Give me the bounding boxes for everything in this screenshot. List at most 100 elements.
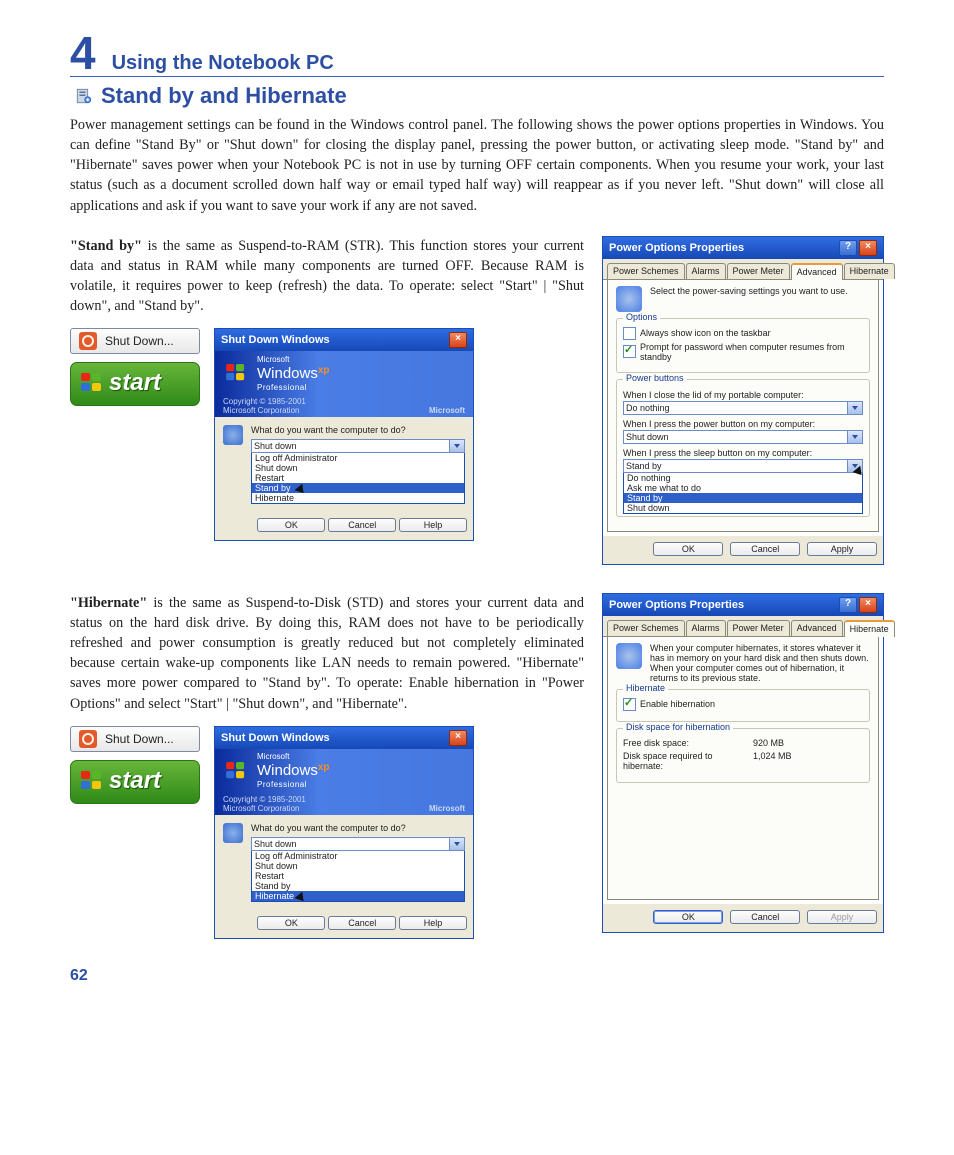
sd-action-select-1[interactable]: Shut down <box>251 439 465 453</box>
grp-diskspace: Disk space for hibernation Free disk spa… <box>616 728 870 783</box>
power-icon <box>79 730 97 748</box>
close-icon[interactable]: × <box>859 597 877 613</box>
tab-power-meter[interactable]: Power Meter <box>727 620 790 636</box>
chk-prompt-password[interactable]: Prompt for password when computer resume… <box>623 342 863 362</box>
option-ask-me-what-to-do[interactable]: Ask me what to do <box>624 483 862 493</box>
menu-shutdown-2[interactable]: Shut Down... <box>70 726 200 752</box>
hibernate-paragraph: "Hibernate" is the same as Suspend-to-Di… <box>70 593 584 714</box>
sleep-options-list[interactable]: Do nothingAsk me what to doStand byShut … <box>623 473 863 514</box>
checkbox-checked-icon <box>623 345 636 358</box>
po-apply-1[interactable]: Apply <box>807 542 877 556</box>
po-ok-1[interactable]: OK <box>653 542 723 556</box>
power-schemes-icon <box>616 286 642 312</box>
sd-cancel-2[interactable]: Cancel <box>328 916 396 930</box>
chevron-down-icon <box>449 440 464 452</box>
po-tab-body-hib: When your computer hibernates, it stores… <box>607 637 879 900</box>
menu-shutdown-label: Shut Down... <box>105 334 174 348</box>
tab-power-schemes[interactable]: Power Schemes <box>607 620 685 636</box>
po-cancel-1[interactable]: Cancel <box>730 542 800 556</box>
hibernate-icon <box>616 643 642 669</box>
po-tabstrip-1: Power SchemesAlarmsPower MeterAdvancedHi… <box>603 259 883 532</box>
windows-flag-icon <box>226 364 246 382</box>
help-icon[interactable]: ? <box>839 240 857 256</box>
shutdown-body-icon <box>223 823 243 843</box>
close-icon[interactable]: × <box>449 332 467 348</box>
option-stand-by[interactable]: Stand by <box>252 483 464 493</box>
po-tabstrip-2: Power SchemesAlarmsPower MeterAdvancedHi… <box>603 616 883 900</box>
shutdown-dialog-2: Shut Down Windows × Microsoft Windowsxp … <box>214 726 474 939</box>
chevron-down-icon <box>847 431 862 443</box>
po-adv-buttons: OK Cancel Apply <box>603 536 883 564</box>
sd-action-select-2[interactable]: Shut down <box>251 837 465 851</box>
tab-alarms[interactable]: Alarms <box>686 263 726 279</box>
sd-ok-1[interactable]: OK <box>257 518 325 532</box>
option-stand-by[interactable]: Stand by <box>252 881 464 891</box>
tab-power-schemes[interactable]: Power Schemes <box>607 263 685 279</box>
standby-text: is the same as Suspend-to-RAM (STR). Thi… <box>70 238 584 314</box>
chevron-down-icon <box>847 402 862 414</box>
chevron-down-icon <box>449 838 464 850</box>
po-cancel-2[interactable]: Cancel <box>730 910 800 924</box>
tab-power-meter[interactable]: Power Meter <box>727 263 790 279</box>
sd-help-2[interactable]: Help <box>399 916 467 930</box>
shutdown-titlebar-2: Shut Down Windows × <box>215 727 473 749</box>
grp-power-buttons: Power buttons When I close the lid of my… <box>616 379 870 517</box>
sd-body-1: What do you want the computer to do? Shu… <box>215 417 473 512</box>
option-log-off-administrator[interactable]: Log off Administrator <box>252 453 464 463</box>
hibernate-label: "Hibernate" <box>70 595 147 611</box>
sd-options-1[interactable]: Log off AdministratorShut downRestartSta… <box>251 453 465 504</box>
menu-shutdown-label: Shut Down... <box>105 732 174 746</box>
po-apply-2[interactable]: Apply <box>807 910 877 924</box>
option-hibernate[interactable]: Hibernate <box>252 891 464 901</box>
start-button-2[interactable]: start <box>70 760 200 804</box>
start-button-1[interactable]: start <box>70 362 200 406</box>
option-do-nothing[interactable]: Do nothing <box>624 473 862 483</box>
sd-ok-2[interactable]: OK <box>257 916 325 930</box>
power-options-hibernate: Power Options Properties ? × Power Schem… <box>602 593 884 933</box>
chapter-title: Using the Notebook PC <box>112 52 334 75</box>
option-hibernate[interactable]: Hibernate <box>252 493 464 503</box>
option-restart[interactable]: Restart <box>252 473 464 483</box>
windows-logo: Microsoft Windowsxp Professional <box>225 354 330 393</box>
po-titlebar-1: Power Options Properties ? × <box>603 237 883 259</box>
chapter-header: 4 Using the Notebook PC <box>70 30 884 77</box>
sd-buttons-1: OK Cancel Help <box>215 512 473 540</box>
close-icon[interactable]: × <box>859 240 877 256</box>
section-title: Stand by and Hibernate <box>101 83 347 109</box>
option-restart[interactable]: Restart <box>252 871 464 881</box>
select-lid-action[interactable]: Do nothing <box>623 401 863 415</box>
sd-help-1[interactable]: Help <box>399 518 467 532</box>
select-power-action[interactable]: Shut down <box>623 430 863 444</box>
po-hib-buttons: OK Cancel Apply <box>603 904 883 932</box>
shutdown-dialog-1: Shut Down Windows × Microsoft Windowsxp … <box>214 328 474 541</box>
start-label: start <box>109 369 161 397</box>
checkbox-icon <box>623 327 636 340</box>
sd-body-2: What do you want the computer to do? Shu… <box>215 815 473 910</box>
chk-enable-hibernation[interactable]: Enable hibernation <box>623 698 863 711</box>
sd-cancel-1[interactable]: Cancel <box>328 518 396 532</box>
sd-options-2[interactable]: Log off AdministratorShut downRestartSta… <box>251 851 465 902</box>
select-sleep-action[interactable]: Stand by <box>623 459 863 473</box>
grp-options: Options Always show icon on the taskbar … <box>616 318 870 373</box>
checkbox-checked-icon <box>623 698 636 711</box>
option-stand-by[interactable]: Stand by <box>624 493 862 503</box>
option-log-off-administrator[interactable]: Log off Administrator <box>252 851 464 861</box>
tab-hibernate[interactable]: Hibernate <box>844 620 895 637</box>
po-ok-2[interactable]: OK <box>653 910 723 924</box>
option-shut-down[interactable]: Shut down <box>624 503 862 513</box>
hibernate-text: is the same as Suspend-to-Disk (STD) and… <box>70 595 584 712</box>
option-shut-down[interactable]: Shut down <box>252 463 464 473</box>
tab-advanced[interactable]: Advanced <box>791 620 843 636</box>
section-title-row: Stand by and Hibernate <box>70 83 884 109</box>
close-icon[interactable]: × <box>449 730 467 746</box>
po-titlebar-2: Power Options Properties ? × <box>603 594 883 616</box>
tab-alarms[interactable]: Alarms <box>686 620 726 636</box>
option-shut-down[interactable]: Shut down <box>252 861 464 871</box>
help-icon[interactable]: ? <box>839 597 857 613</box>
chk-show-icon[interactable]: Always show icon on the taskbar <box>623 327 863 340</box>
tab-hibernate[interactable]: Hibernate <box>844 263 895 279</box>
tab-advanced[interactable]: Advanced <box>791 263 843 280</box>
shutdown-title-1: Shut Down Windows <box>221 334 447 346</box>
menu-shutdown-1[interactable]: Shut Down... <box>70 328 200 354</box>
standby-left: "Stand by" is the same as Suspend-to-RAM… <box>70 236 602 542</box>
